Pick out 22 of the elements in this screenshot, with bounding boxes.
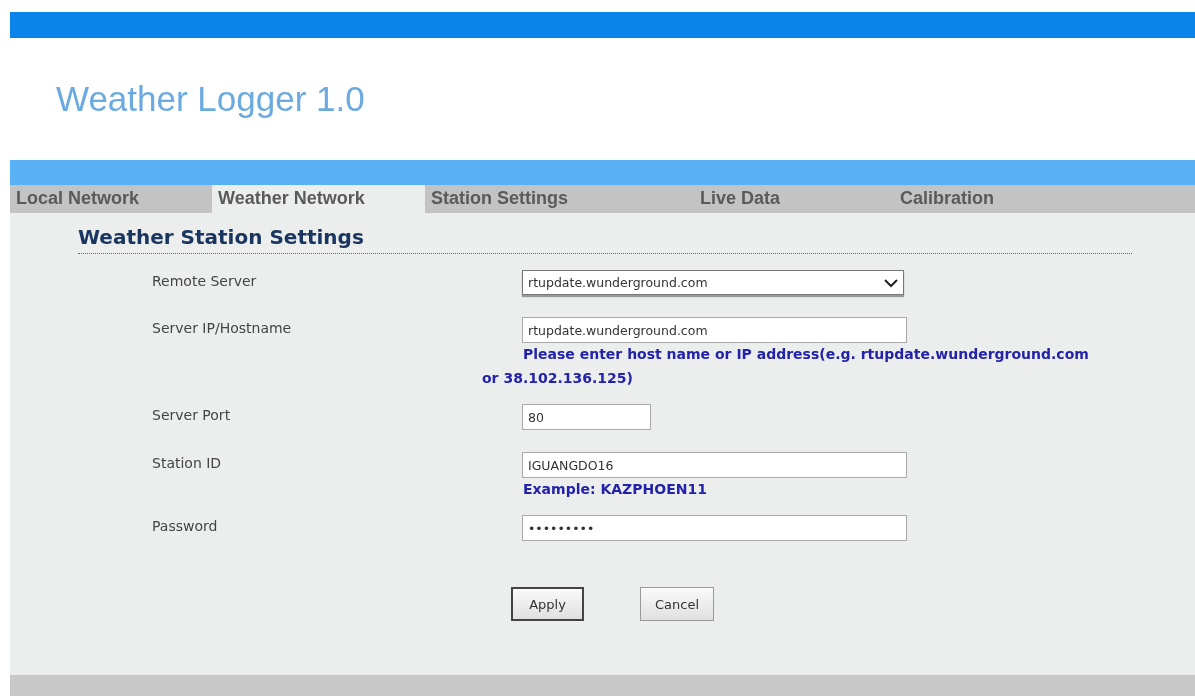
- tab[interactable]: Weather Network: [212, 185, 425, 213]
- tab[interactable]: Station Settings: [425, 185, 640, 213]
- field-label: Password: [152, 517, 218, 536]
- dropdown[interactable]: rtupdate.wunderground.com: [522, 270, 904, 295]
- hint-text: Example: KAZPHOEN11: [522, 480, 708, 499]
- section-heading: Weather Station Settings: [78, 225, 1132, 254]
- chevron-down-icon: [884, 277, 898, 288]
- field-label: Server Port: [152, 406, 231, 425]
- hint-text: Please enter host name or IP address(e.g. rtupdate.wunderground.com or 38.102.136.125): [482, 345, 1090, 388]
- input-field[interactable]: rtupdate.wunderground.com: [522, 317, 907, 343]
- input-field[interactable]: IGUANGDO16: [522, 452, 907, 478]
- input-field[interactable]: 80: [522, 404, 651, 430]
- tab[interactable]: Live Data: [640, 185, 840, 213]
- field-label: Server IP/Hostname: [152, 319, 292, 338]
- app-title: Weather Logger 1.0: [56, 79, 365, 119]
- tab[interactable]: Calibration: [840, 185, 1050, 213]
- button[interactable]: Cancel: [640, 587, 714, 621]
- tab[interactable]: Local Network: [10, 185, 212, 213]
- field-label: Remote Server: [152, 272, 257, 291]
- field-label: Station ID: [152, 454, 222, 473]
- button[interactable]: Apply: [511, 587, 584, 621]
- input-field[interactable]: •••••••••: [522, 515, 907, 541]
